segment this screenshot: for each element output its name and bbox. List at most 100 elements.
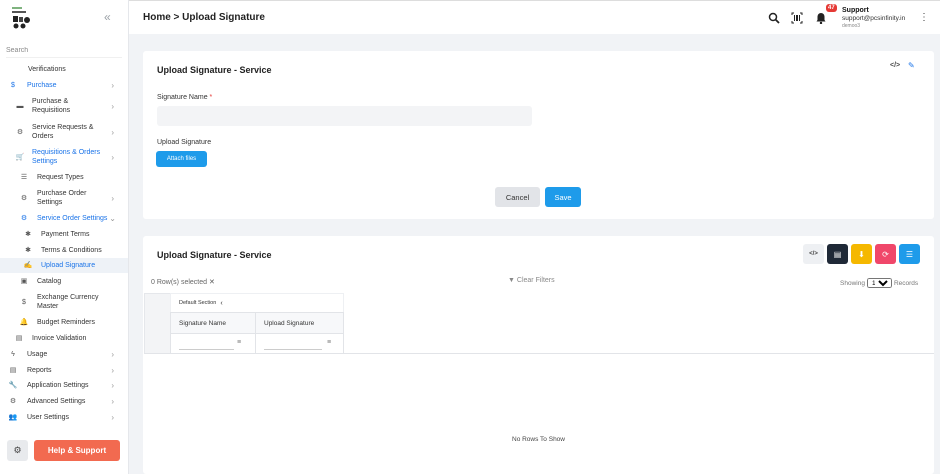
save-button[interactable]: Save [545,187,581,207]
sidebar-item-request-types[interactable]: ☰ Request Types [0,173,128,182]
sidebar-item-usage[interactable]: ϟ Usage › [0,350,128,359]
clear-filters-label: Clear Filters [516,277,555,284]
signature-name-label: Signature Name * [157,94,212,101]
column-header-upload-signature[interactable]: Upload Signature [255,312,344,334]
sidebar-item-label: Usage [27,351,48,358]
barcode-scan-icon[interactable] [791,12,803,24]
sidebar-item-label: Service Order Settings [37,215,108,222]
attach-files-button[interactable]: Attach files [156,151,207,167]
download-icon: ⬇ [858,249,865,259]
upload-signature-label: Upload Signature [157,139,212,146]
sidebar-item-reports[interactable]: ▤ Reports › [0,366,128,375]
gears-icon: ⚙ [9,398,17,405]
grid-row-selector-column [144,293,171,354]
chevron-right-icon: › [111,350,114,359]
user-name[interactable]: Support [842,7,869,14]
breadcrumb: Home > Upload Signature [143,12,265,23]
sidebar-item-application-settings[interactable]: 🔧 Application Settings › [0,381,128,390]
code-view-icon[interactable]: </> [890,62,900,69]
sidebar-item-catalog[interactable]: ▣ Catalog [0,277,128,286]
filter-input-line [179,349,234,350]
chevron-right-icon: › [111,81,114,90]
filter-icon: ▼ [508,277,515,284]
section-header-label: Default Section [179,300,217,306]
refresh-button[interactable]: ⟳ [875,244,896,264]
company-logo [12,7,30,29]
chevron-right-icon: › [111,366,114,375]
download-button[interactable]: ⬇ [851,244,872,264]
sidebar-item-exchange-currency[interactable]: $ Exchange Currency Master [0,293,128,311]
edit-pencil-icon[interactable]: ✎ [908,61,915,70]
signature-name-input[interactable] [157,106,532,126]
sidebar-item-terms-conditions[interactable]: ✱ Terms & Conditions [0,246,128,255]
asterisk-icon: ✱ [25,231,31,238]
column-settings-button[interactable]: ☰ [899,244,920,264]
chevron-right-icon: › [111,397,114,406]
sidebar-item-label: Catalog [37,278,62,285]
refresh-icon: ⟳ [882,249,889,259]
filter-icon[interactable]: ≡ [327,339,331,346]
export-document-button[interactable]: ▤ [827,244,848,264]
records-label: Records [893,279,919,287]
sidebar-item-service-order-settings[interactable]: ⚙ Service Order Settings ⌄ [0,214,128,223]
sidebar-item-budget-reminders[interactable]: 🔔 Budget Reminders [0,318,128,327]
chevron-down-icon: ⌄ [109,214,116,223]
sidebar-item-purchase-requisitions[interactable]: ▬ Purchase & Requisitions › [0,97,128,115]
filter-cell-upload-signature[interactable]: ≡ [255,333,344,354]
cancel-button[interactable]: Cancel [495,187,540,207]
sidebar-item-requisitions-orders-settings[interactable]: 🛒 Requisitions & Orders Settings › [0,148,128,166]
dollar-icon: $ [22,298,26,306]
code-view-button[interactable]: </> [803,244,824,264]
sidebar: « Verifications $ Purchase › ▬ Purchase … [0,0,129,474]
book-icon: ▣ [20,278,28,285]
search-icon[interactable] [768,12,780,24]
sidebar-item-advanced-settings[interactable]: ⚙ Advanced Settings › [0,397,128,406]
chevron-right-icon: › [111,413,114,422]
sidebar-item-purchase[interactable]: $ Purchase › [0,81,128,90]
sidebar-item-payment-terms[interactable]: ✱ Payment Terms [0,230,128,239]
rows-selected-text: 0 Row(s) selected [151,279,208,286]
sliders-icon: ☰ [905,249,914,259]
user-email: support@pcsinfinity.in [842,15,906,22]
sidebar-item-label: Application Settings [27,382,89,389]
sidebar-item-label: User Settings [27,414,70,421]
sidebar-item-verifications[interactable]: Verifications [0,65,128,74]
clear-selection-icon[interactable]: ✕ [209,279,215,286]
rows-selected-status: 0 Row(s) selected ✕ [151,278,215,286]
gear-icon: ⚙ [20,215,28,222]
wrench-icon: 🔧 [8,382,18,389]
chevron-right-icon: › [111,193,114,203]
filter-icon[interactable]: ≡ [237,339,241,346]
filter-cell-signature-name[interactable]: ≡ [170,333,256,354]
quick-settings-button[interactable]: ⚙ [7,440,28,461]
collapse-sidebar-icon[interactable]: « [104,10,111,24]
notification-bell-icon[interactable] [815,12,827,24]
chevron-right-icon: › [111,381,114,390]
gears-icon: ⚙ [13,445,22,455]
sidebar-item-invoice-validation[interactable]: ▤ Invoice Validation [0,334,128,343]
page-size-select[interactable]: 100 [866,278,892,288]
column-header-signature-name[interactable]: Signature Name [170,312,256,334]
chevron-right-icon: › [111,127,114,137]
sidebar-item-service-requests[interactable]: ⚙ Service Requests & Orders › [0,123,128,141]
clear-filters-button[interactable]: ▼ Clear Filters [508,277,555,284]
chevron-left-icon[interactable]: ‹ [220,300,222,307]
section-header[interactable]: Default Section ‹ [170,293,344,313]
sidebar-item-label: Request Types [37,174,84,181]
sidebar-item-purchase-order-settings[interactable]: ⚙ Purchase Order Settings › [0,189,128,207]
code-icon: </> [809,251,818,257]
sidebar-item-label: Invoice Validation [32,335,87,342]
sidebar-item-label: Advanced Settings [27,398,86,405]
sidebar-item-upload-signature[interactable]: ✍ Upload Signature [0,258,128,273]
chevron-right-icon: › [111,152,114,162]
sidebar-search-input[interactable] [6,44,122,58]
cart-icon: 🛒 [15,153,25,161]
gears-icon: ⚙ [16,128,24,136]
bell-icon: 🔔 [19,319,29,326]
help-support-button[interactable]: Help & Support [34,440,120,461]
document-icon: ▤ [833,249,842,259]
more-options-icon[interactable]: ⋮ [919,12,929,23]
sidebar-item-label: Exchange Currency Master [37,294,99,310]
sidebar-item-user-settings[interactable]: 👥 User Settings › [0,413,128,422]
asterisk-icon: ✱ [25,247,31,254]
